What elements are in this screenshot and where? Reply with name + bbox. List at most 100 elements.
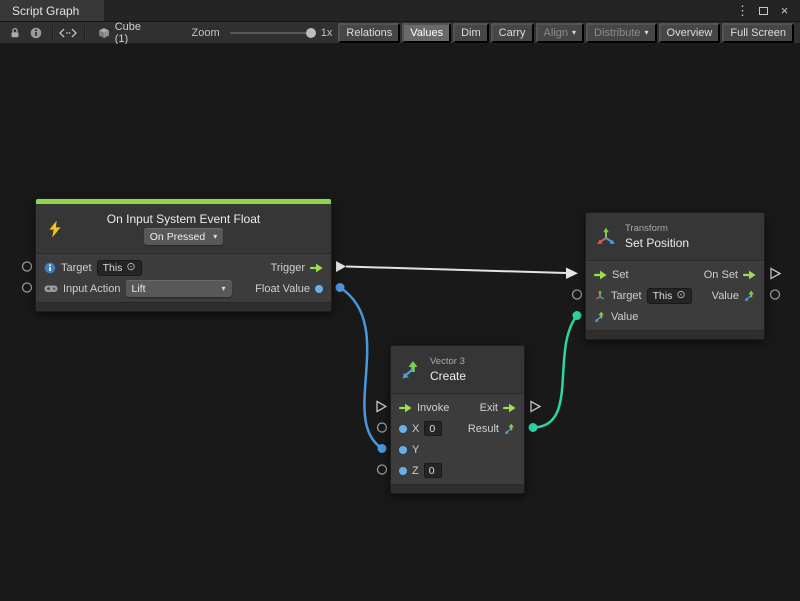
node-type-label: Transform (625, 223, 689, 234)
invoke-port-label: Invoke (417, 402, 449, 414)
x-port-label: X (412, 423, 419, 435)
float-port-dot[interactable] (315, 285, 323, 293)
trigger-port-label: Trigger (271, 262, 305, 274)
port-row-invoke: Invoke Exit (391, 397, 524, 418)
align-dropdown-button[interactable]: Align ▾ (536, 23, 584, 43)
object-picker-icon: ⊙ (676, 290, 685, 301)
edit-source-button[interactable] (58, 24, 79, 42)
z-value: 0 (429, 465, 435, 477)
node-header: Transform Set Position (586, 213, 764, 261)
value-out-port-label: Value (712, 290, 739, 302)
full-screen-button[interactable]: Full Screen (722, 23, 794, 43)
node-transform-set-position[interactable]: Transform Set Position Set On Set (585, 212, 765, 340)
chevron-down-icon: ▾ (221, 285, 225, 293)
info-button[interactable] (25, 24, 46, 42)
node-title: Set Position (625, 236, 689, 250)
float-value-port-label: Float Value (255, 283, 310, 295)
zoom-slider-handle[interactable] (306, 28, 316, 38)
align-label: Align (544, 27, 568, 39)
node-body: Target This ⊙ Trigger Input Action Lift (36, 254, 331, 302)
info-icon (30, 27, 42, 39)
control-arrow-icon[interactable] (310, 263, 323, 273)
result-port-label: Result (468, 423, 499, 435)
control-arrow-icon[interactable] (503, 403, 516, 413)
node-header: On Input System Event Float On Pressed ▾ (36, 204, 331, 254)
target-object-chip[interactable]: This ⊙ (97, 260, 142, 276)
graph-toolbar: Cube (1) Zoom 1x Relations Values Dim Ca… (0, 22, 800, 44)
float-port-dot[interactable] (399, 446, 407, 454)
y-port-label: Y (412, 444, 419, 456)
x-value: 0 (429, 423, 435, 435)
angle-brackets-icon (59, 28, 77, 38)
port-row-z: Z 0 (391, 460, 524, 481)
carry-button[interactable]: Carry (491, 23, 534, 43)
vector3-mini-icon[interactable] (744, 290, 756, 302)
node-title: On Input System Event Float (107, 212, 260, 226)
transform-icon (596, 227, 616, 247)
vector3-mini-icon[interactable] (504, 423, 516, 435)
vector3-mini-icon[interactable] (594, 311, 606, 323)
close-icon[interactable]: × (777, 2, 792, 20)
overview-button[interactable]: Overview (659, 23, 721, 43)
target-port-label: Target (611, 290, 642, 302)
event-mode-dropdown[interactable]: On Pressed ▾ (144, 228, 223, 245)
target-object-value: This (653, 290, 673, 302)
value-in-port-label: Value (611, 311, 638, 323)
distribute-dropdown-button[interactable]: Distribute ▾ (586, 23, 656, 43)
node-on-input-system-event-float[interactable]: On Input System Event Float On Pressed ▾… (35, 198, 332, 312)
exit-port-label: Exit (480, 402, 498, 414)
node-header: Vector 3 Create (391, 346, 524, 394)
kebab-menu-icon[interactable]: ⋮ (735, 2, 750, 20)
chevron-down-icon: ▾ (572, 29, 576, 37)
node-footer (36, 302, 331, 311)
control-arrow-icon[interactable] (399, 403, 412, 413)
node-vector3-create[interactable]: Vector 3 Create Invoke Exit X 0 (390, 345, 525, 494)
control-arrow-icon[interactable] (594, 270, 607, 280)
script-graph-window: Script Graph ⋮ × (0, 0, 800, 601)
port-row-target: Target This ⊙ Trigger (36, 257, 331, 278)
toolbar-separator (52, 26, 53, 40)
zoom-slider[interactable] (230, 32, 315, 34)
control-arrow-icon[interactable] (743, 270, 756, 280)
graph-target-selector[interactable]: Cube (1) (90, 21, 164, 45)
z-port-label: Z (412, 465, 419, 477)
x-value-input[interactable]: 0 (424, 421, 442, 436)
input-action-dropdown[interactable]: Lift ▾ (126, 280, 232, 297)
port-row-target: Target This ⊙ Value (586, 285, 764, 306)
chevron-down-icon: ▾ (213, 233, 217, 241)
target-port-label: Target (61, 262, 92, 274)
node-footer (391, 484, 524, 493)
window-controls: ⋮ × (735, 0, 800, 21)
z-value-input[interactable]: 0 (424, 463, 442, 478)
graph-target-label: Cube (1) (115, 21, 156, 45)
port-row-y: Y (391, 439, 524, 460)
dim-button[interactable]: Dim (453, 23, 489, 43)
port-row-input-action: Input Action Lift ▾ Float Value (36, 278, 331, 299)
node-body: Invoke Exit X 0 Result (391, 394, 524, 484)
float-port-dot[interactable] (399, 425, 407, 433)
node-type-label: Vector 3 (430, 356, 466, 367)
node-body: Set On Set Target Thi (586, 261, 764, 330)
transform-mini-icon (594, 290, 606, 302)
zoom-value: 1x (321, 27, 333, 39)
cube-icon (98, 27, 110, 39)
maximize-icon[interactable] (756, 2, 771, 20)
target-object-value: This (103, 262, 123, 274)
port-row-set: Set On Set (586, 264, 764, 285)
maximize-glyph (759, 7, 768, 15)
window-titlebar: Script Graph ⋮ × (0, 0, 800, 22)
lightning-bolt-icon (46, 220, 64, 238)
port-row-value: Value (586, 306, 764, 327)
target-object-chip[interactable]: This ⊙ (647, 288, 692, 304)
lock-button[interactable] (4, 24, 25, 42)
toolbar-buttons: Relations Values Dim Carry Align ▾ Distr… (338, 23, 796, 43)
relations-button[interactable]: Relations (338, 23, 400, 43)
lock-icon (9, 27, 21, 39)
tab-script-graph[interactable]: Script Graph (0, 0, 104, 21)
toolbar-separator (84, 26, 85, 40)
chevron-down-icon: ▾ (645, 29, 649, 37)
set-port-label: Set (612, 269, 629, 281)
float-port-dot[interactable] (399, 467, 407, 475)
input-action-value: Lift (132, 283, 146, 295)
values-button[interactable]: Values (402, 23, 451, 43)
